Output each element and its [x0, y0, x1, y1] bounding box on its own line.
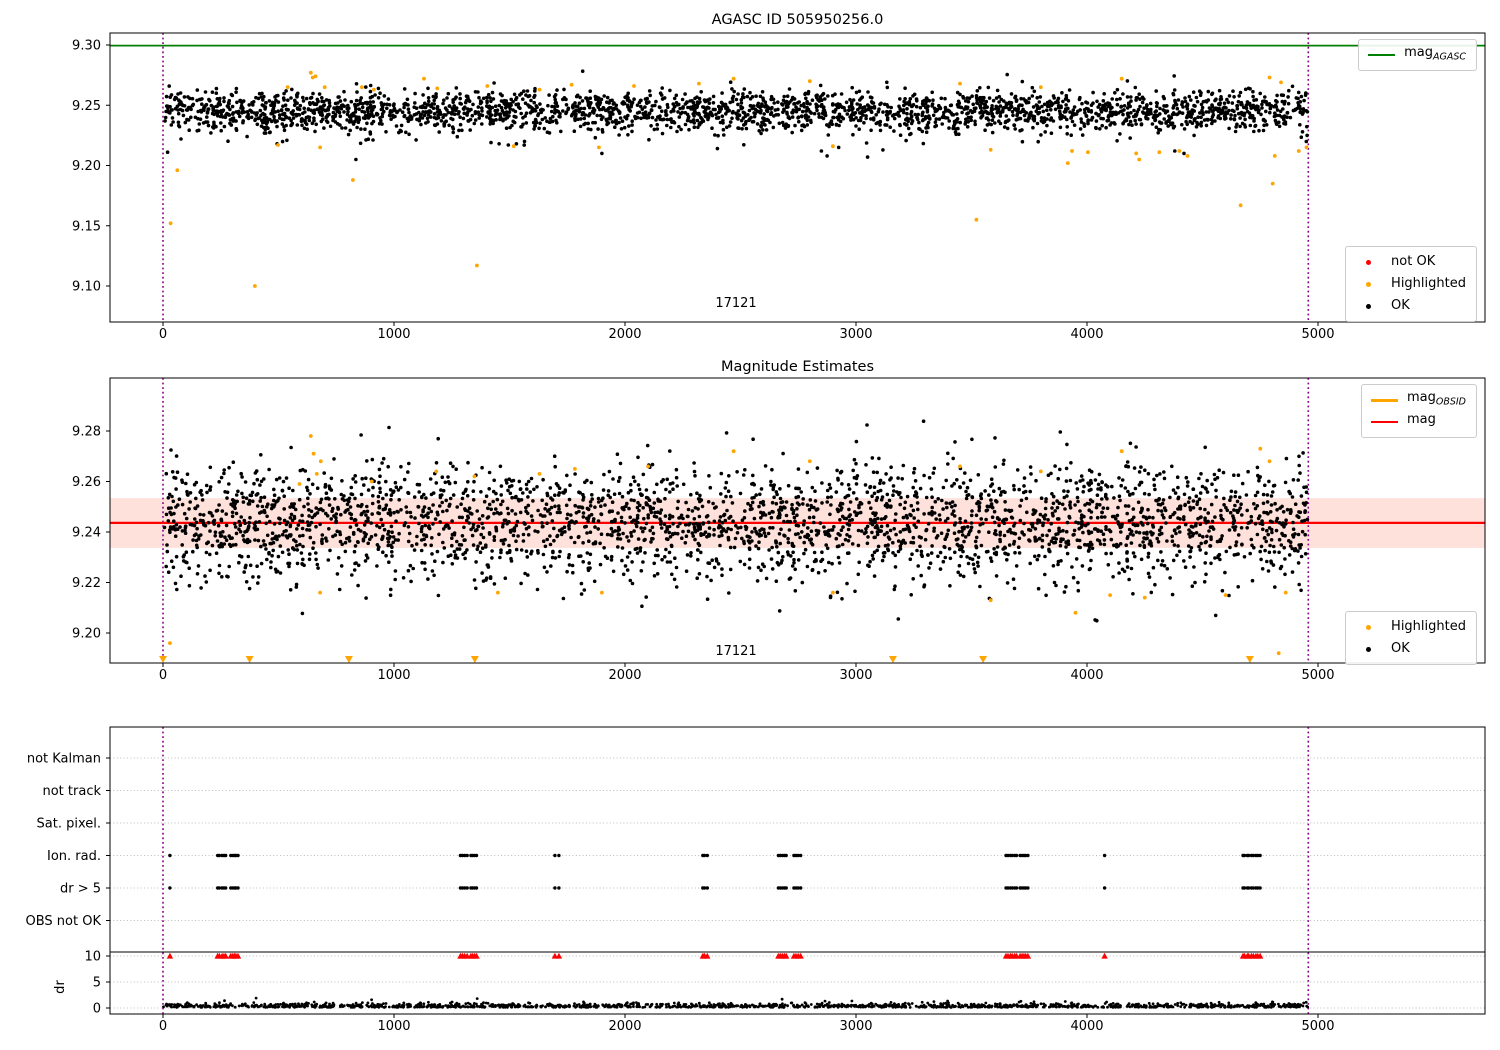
plot2-obsid-label: 17121 [696, 644, 776, 659]
svg-text:9.10: 9.10 [72, 280, 101, 295]
legend-label: Highlighted [1391, 616, 1466, 638]
legend-entry-mag: mag [1371, 411, 1466, 433]
svg-text:4000: 4000 [1070, 327, 1103, 342]
plot1-title: AGASC ID 505950256.0 [110, 12, 1485, 28]
plot2-line-legend: magOBSID mag [1361, 384, 1477, 438]
legend-entry-ok: OK [1355, 638, 1466, 660]
highlighted-marker-sample [1366, 282, 1371, 287]
plots-canvas: 0 1000 2000 3000 4000 5000 9.30 9.25 9.20 9.15 9.1… [0, 0, 1500, 1050]
mag-agasc-line-sample [1368, 54, 1395, 56]
svg-text:9.15: 9.15 [72, 219, 101, 234]
legend-label: OK [1391, 295, 1410, 317]
svg-text:9.25: 9.25 [72, 99, 101, 114]
plot2-title: Magnitude Estimates [110, 359, 1485, 375]
legend-label: magAGASC [1404, 42, 1466, 69]
svg-text:1000: 1000 [377, 327, 410, 342]
legend-label: Highlighted [1391, 273, 1466, 295]
not-ok-marker-sample [1366, 260, 1371, 265]
mag-line-sample [1371, 421, 1398, 423]
plot1-line-legend: magAGASC [1358, 39, 1477, 71]
plot1-marker-legend: not OK Highlighted OK [1345, 246, 1477, 322]
legend-entry-mag-agasc: magAGASC [1368, 44, 1466, 66]
legend-entry-not-ok: not OK [1355, 251, 1466, 273]
figure: 0 1000 2000 3000 4000 5000 9.30 9.25 9.20 9.15 9.1… [0, 0, 1500, 1050]
legend-entry-ok: OK [1355, 295, 1466, 317]
legend-label: not OK [1391, 251, 1435, 273]
svg-text:9.20: 9.20 [72, 159, 101, 174]
svg-text:3000: 3000 [839, 327, 872, 342]
svg-text:0: 0 [159, 327, 167, 342]
svg-text:5000: 5000 [1301, 327, 1334, 342]
highlighted-marker-sample [1366, 625, 1371, 630]
legend-label: mag [1407, 409, 1436, 436]
ok-marker-sample [1366, 647, 1371, 652]
svg-text:9.30: 9.30 [72, 39, 101, 54]
plot2-marker-legend: Highlighted OK [1345, 611, 1477, 665]
ok-marker-sample [1366, 304, 1371, 309]
mag-obsid-line-sample [1371, 399, 1398, 402]
svg-text:2000: 2000 [608, 327, 641, 342]
legend-entry-mag-obsid: magOBSID [1371, 389, 1466, 411]
plot1-obsid-label: 17121 [696, 296, 776, 311]
legend-label: OK [1391, 638, 1410, 660]
legend-entry-highlighted: Highlighted [1355, 273, 1466, 295]
legend-entry-highlighted: Highlighted [1355, 616, 1466, 638]
